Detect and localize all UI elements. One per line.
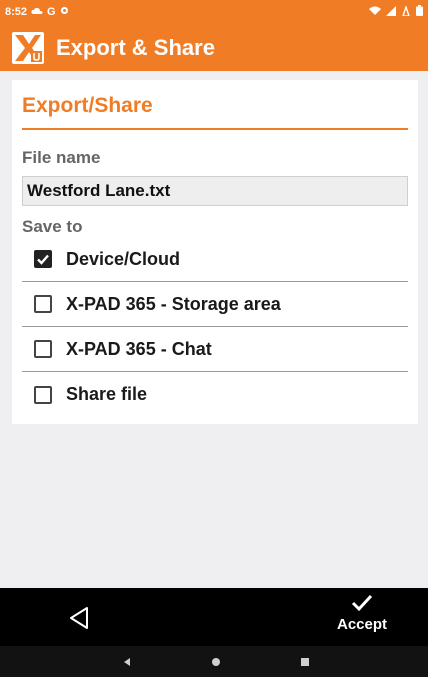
export-share-card: Export/Share File name Save to Device/Cl… <box>12 80 418 424</box>
option-storage-area[interactable]: X-PAD 365 - Storage area <box>22 282 408 327</box>
status-time: 8:52 <box>5 6 28 18</box>
option-device-cloud[interactable]: Device/Cloud <box>22 237 408 282</box>
accept-button[interactable]: Accept <box>322 594 402 644</box>
option-label-chat: X-PAD 365 - Chat <box>66 338 212 359</box>
checkbox-device-cloud[interactable] <box>34 250 52 268</box>
wifi-icon <box>369 6 381 19</box>
back-triangle-icon <box>70 607 88 629</box>
bottom-action-bar: Accept <box>0 588 428 646</box>
settings-icon <box>60 6 69 18</box>
title-divider <box>22 128 408 130</box>
system-nav-bar <box>0 646 428 677</box>
signal-icon <box>386 5 396 19</box>
file-name-input[interactable] <box>22 176 408 206</box>
option-label-device-cloud: Device/Cloud <box>66 248 181 269</box>
status-bar: 8:52 G <box>0 0 428 24</box>
nav-home-icon[interactable] <box>208 654 224 670</box>
save-to-label: Save to <box>22 217 83 236</box>
checkbox-chat[interactable] <box>34 340 52 358</box>
checkmark-icon <box>37 254 49 265</box>
checkbox-storage-area[interactable] <box>34 295 52 313</box>
cloud-icon <box>31 6 43 18</box>
option-label-storage-area: X-PAD 365 - Storage area <box>66 293 281 314</box>
back-button[interactable] <box>62 601 96 635</box>
accept-label: Accept <box>336 616 388 633</box>
option-share-file[interactable]: Share file <box>22 372 408 417</box>
nav-back-icon[interactable] <box>119 654 135 670</box>
battery-icon <box>416 5 423 19</box>
file-name-label: File name <box>22 148 101 167</box>
option-chat[interactable]: X-PAD 365 - Chat <box>22 327 408 372</box>
page-title: Export & Share <box>56 34 215 60</box>
xpad-logo-icon <box>12 31 44 64</box>
nav-recents-icon[interactable] <box>297 654 313 670</box>
google-icon: G <box>47 6 56 18</box>
signal-secondary-icon <box>401 4 411 19</box>
card-title: Export/Share <box>22 94 153 117</box>
app-bar: Export & Share <box>0 24 428 71</box>
option-label-share-file: Share file <box>66 384 148 404</box>
checkmark-icon <box>351 594 373 612</box>
checkbox-share-file[interactable] <box>34 385 52 404</box>
